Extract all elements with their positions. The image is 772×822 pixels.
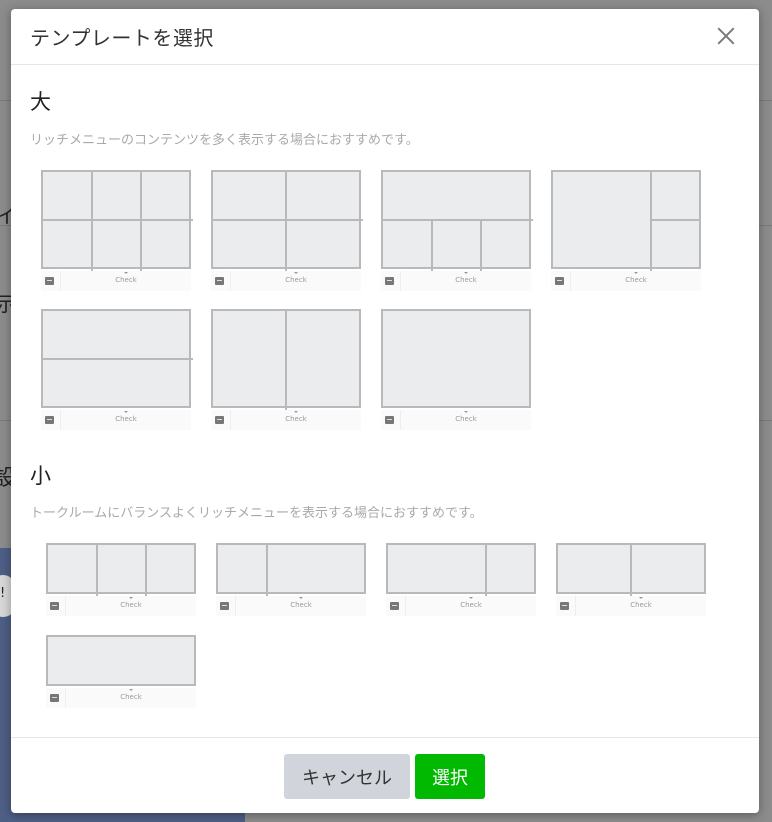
modal-footer: キャンセル 選択 [11, 737, 759, 813]
menu-icon [45, 277, 54, 285]
template-check-label: Check [66, 689, 196, 701]
template-small-2-cols[interactable]: Check [556, 543, 706, 616]
template-check-label: Check [401, 272, 531, 284]
menu-icon [385, 416, 394, 424]
template-chat-bar: Check [211, 410, 361, 430]
template-small-single[interactable]: Check [46, 635, 196, 708]
template-layout-preview [216, 543, 366, 596]
large-section-title: 大 [30, 90, 51, 114]
template-layout-preview [551, 170, 701, 271]
template-chat-bar: Check [46, 688, 196, 708]
template-layout-preview [41, 309, 193, 408]
select-button[interactable]: 選択 [415, 754, 485, 799]
template-check-label: Check [576, 597, 706, 609]
template-small-wide-plus-1[interactable]: Check [386, 543, 536, 616]
template-large-2-rows[interactable]: Check [41, 309, 193, 430]
menu-icon [555, 277, 564, 285]
template-check-label: Check [61, 411, 191, 423]
template-layout-preview [46, 635, 196, 686]
menu-icon [560, 602, 569, 610]
large-section-description: リッチメニューのコンテンツを多く表示する場合におすすめです。 [30, 133, 419, 148]
template-chat-bar: Check [41, 271, 191, 291]
small-section-title: 小 [30, 464, 51, 488]
template-check-label: Check [401, 411, 531, 423]
template-chat-bar: Check [216, 596, 366, 616]
menu-icon [45, 416, 54, 424]
template-large-1-over-3[interactable]: Check [381, 170, 533, 291]
menu-icon [215, 416, 224, 424]
cancel-button[interactable]: キャンセル [284, 754, 410, 799]
template-chat-bar: Check [46, 596, 196, 616]
template-small-1-plus-wide[interactable]: Check [216, 543, 366, 616]
template-check-label: Check [571, 272, 701, 284]
template-chat-bar: Check [551, 271, 701, 291]
template-check-label: Check [236, 597, 366, 609]
template-small-3-cols[interactable]: Check [46, 543, 196, 616]
menu-icon [50, 602, 59, 610]
menu-icon [215, 277, 224, 285]
modal-title: テンプレートを選択 [30, 26, 214, 50]
template-large-2x3[interactable]: Check [41, 170, 193, 291]
menu-icon [220, 602, 229, 610]
background-text: ! [0, 586, 6, 601]
template-large-2x2[interactable]: Check [211, 170, 363, 291]
template-layout-preview [46, 543, 196, 596]
template-layout-preview [211, 170, 363, 271]
template-chat-bar: Check [386, 596, 536, 616]
small-section-description: トークルームにバランスよくリッチメニューを表示する場合におすすめです。 [30, 506, 483, 521]
template-layout-preview [41, 170, 193, 271]
template-chat-bar: Check [556, 596, 706, 616]
close-icon[interactable] [713, 23, 739, 49]
template-layout-preview [381, 309, 531, 408]
template-chat-bar: Check [41, 410, 191, 430]
template-check-label: Check [231, 272, 361, 284]
template-chat-bar: Check [381, 410, 531, 430]
menu-icon [390, 602, 399, 610]
template-layout-preview [386, 543, 536, 596]
template-check-label: Check [61, 272, 191, 284]
template-check-label: Check [66, 597, 196, 609]
template-large-1-plus-2[interactable]: Check [551, 170, 701, 291]
template-select-modal: テンプレートを選択 大 リッチメニューのコンテンツを多く表示する場合におすすめで… [11, 9, 759, 813]
template-layout-preview [381, 170, 533, 271]
menu-icon [385, 277, 394, 285]
template-chat-bar: Check [381, 271, 531, 291]
template-chat-bar: Check [211, 271, 361, 291]
template-large-single[interactable]: Check [381, 309, 531, 430]
menu-icon [50, 694, 59, 702]
template-layout-preview [211, 309, 361, 410]
modal-header: テンプレートを選択 [11, 9, 759, 65]
template-layout-preview [556, 543, 706, 596]
template-large-2-cols[interactable]: Check [211, 309, 361, 430]
template-check-label: Check [406, 597, 536, 609]
template-check-label: Check [231, 411, 361, 423]
